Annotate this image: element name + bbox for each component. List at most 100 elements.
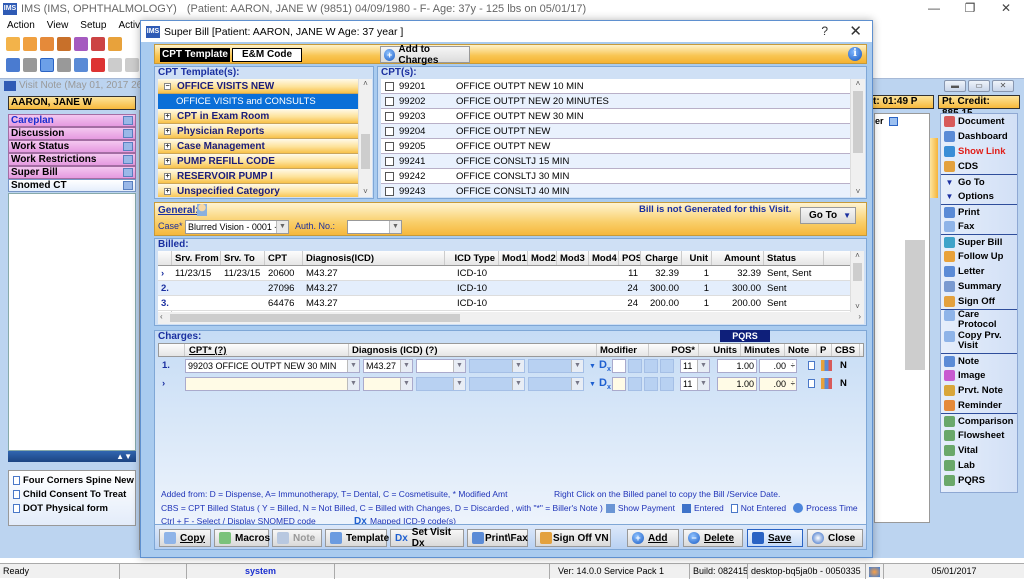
icd1-select[interactable]: M43.27 ▼ [363,359,413,373]
dx-mapped-button[interactable]: ▼ Dx [589,377,611,391]
cpt-row[interactable]: 99241 OFFICE CONSLTJ 15 MIN [381,154,865,169]
auth-select[interactable]: ▼ [347,220,402,234]
next-icon[interactable] [57,58,71,72]
sidebar-item-pqrs[interactable]: PQRS [941,473,1017,488]
expand-icon[interactable]: + [164,172,171,180]
billed-col-header[interactable]: Mod2 [528,251,557,265]
edit-icon[interactable] [74,37,88,51]
form-item[interactable]: DOT Physical form [9,502,135,515]
scroll-up-icon[interactable]: ˄ [851,79,865,89]
billed-col-header[interactable]: ICD Type [445,251,499,265]
sidebar-item-care-protocol[interactable]: Care Protocol [941,309,1017,331]
scroll-right-icon[interactable]: › [858,312,861,321]
visit-restore-button[interactable]: ▭ [968,80,990,92]
collapse-bar[interactable]: ▲▼ [8,451,136,462]
left-item[interactable]: Super Bill [8,166,136,179]
note-edit-icon[interactable] [40,58,54,72]
sidebar-item-reminder[interactable]: Reminder [941,398,1017,413]
units-field[interactable]: 1.00 [717,377,757,391]
prev-icon[interactable] [23,58,37,72]
sidebar-item-vital[interactable]: Vital [941,443,1017,458]
template-item[interactable]: + PUMP REFILL CODE [158,154,358,169]
menu-setup[interactable]: Setup [80,20,106,31]
pos-select[interactable]: 11 ▼ [680,377,710,391]
patient-icon[interactable] [197,204,207,216]
edit-note-icon[interactable] [123,116,133,125]
left-item[interactable]: Discussion [8,127,136,140]
sidebar-item-flowsheet[interactable]: Flowsheet [941,428,1017,443]
table-row[interactable]: 3. 64476 M43.27 ICD-10 24 200.00 1 200.00 Sent [158,296,864,311]
modifier-4[interactable] [660,359,674,373]
add-to-charges-button[interactable]: + Add to Charges [380,44,470,66]
check-user-icon[interactable] [40,37,54,51]
cpts-scrollbar[interactable]: ˄ ˅ [850,79,865,197]
cpt-row[interactable]: 99204 OFFICE OUTPT NEW [381,124,865,139]
minutes-stepper[interactable]: .00 ÷ [759,359,797,373]
modifier-2[interactable] [628,359,642,373]
scroll-thumb[interactable] [853,91,863,153]
table-row[interactable]: 2. 27096 M43.27 ICD-10 24 300.00 1 300.00 Sent [158,281,864,296]
tab-cpt-template[interactable]: CPT Template [160,48,230,62]
back-icon[interactable] [125,58,139,72]
edit-note-icon[interactable] [123,168,133,177]
cpt-select[interactable]: ▼ [185,377,360,391]
icd3-select[interactable]: ▼ [469,359,525,373]
sidebar-item-cds[interactable]: CDS [941,159,1017,174]
cpt-row[interactable]: 99242 OFFICE CONSLTJ 30 MIN [381,169,865,184]
report-icon[interactable] [91,37,105,51]
stepper-arrows-icon[interactable]: ÷ [791,360,795,372]
sidebar-item-super-bill[interactable]: Super Bill [941,234,1017,249]
stepper-arrows-icon[interactable]: ÷ [791,378,795,390]
billed-col-header[interactable]: Amount [712,251,764,265]
cpt-row[interactable]: 99203 OFFICE OUTPT NEW 30 MIN [381,109,865,124]
template-item[interactable]: + Physician Reports [158,124,358,139]
scroll-down-icon[interactable]: ˅ [851,302,864,312]
goto-button[interactable]: Go To ▼ [800,207,856,224]
cpt-checkbox[interactable] [385,96,394,106]
expand-icon[interactable]: + [164,187,171,195]
billed-col-header[interactable]: Mod4 [589,251,619,265]
left-item[interactable]: Careplan [8,114,136,127]
scroll-thumb[interactable] [361,134,370,169]
icd2-select[interactable]: ▼ [416,377,466,391]
set-visit-dx-button[interactable]: Dx Set Visit Dx [390,527,464,549]
cpt-checkbox[interactable] [385,186,394,196]
billed-col-header[interactable] [158,251,172,265]
users-icon[interactable] [23,37,37,51]
scroll-up-icon[interactable]: ˄ [359,79,372,89]
scroll-down-icon[interactable]: ˅ [359,187,372,197]
payment-icon[interactable] [821,360,832,371]
scroll-left-icon[interactable]: ‹ [160,312,163,321]
templates-scrollbar[interactable]: ˄ ˅ [358,79,372,197]
expand-icon[interactable]: + [164,127,171,135]
minimize-button[interactable]: — [916,0,952,18]
template-item[interactable]: + Case Management [158,139,358,154]
cpt-checkbox[interactable] [385,141,394,151]
sidebar-item-sign-off[interactable]: Sign Off [941,294,1017,309]
lab-flask-icon[interactable] [108,37,122,51]
delete-button[interactable]: − Delete [683,529,743,547]
cpt-checkbox[interactable] [385,126,394,136]
edit-note-icon[interactable] [123,129,133,138]
edit-note-icon[interactable] [123,181,133,190]
menu-action[interactable]: Action [7,20,35,31]
billed-vscrollbar[interactable]: ˄ ˅ [850,251,864,312]
sidebar-item-go-to[interactable]: ▼ Go To [941,174,1017,189]
billed-col-header[interactable]: Srv. From [172,251,221,265]
icd2-select[interactable]: ▼ [416,359,466,373]
right-panel-scrollbar[interactable] [905,240,925,370]
cpt-row[interactable]: 99243 OFFICE CONSLTJ 40 MIN [381,184,865,197]
billed-col-header[interactable]: POS [619,251,641,265]
scroll-thumb[interactable] [853,263,862,281]
close-button[interactable]: ✕ [988,0,1024,18]
heart-icon[interactable] [91,58,105,72]
cpt-row[interactable]: 99205 OFFICE OUTPT NEW [381,139,865,154]
billed-col-header[interactable]: Srv. To [221,251,265,265]
sidebar-item-letter[interactable]: Letter [941,264,1017,279]
pqrs-label[interactable]: PQRS [720,330,770,342]
template-item[interactable]: + CPT in Exam Room [158,109,358,124]
left-item[interactable]: Work Restrictions [8,153,136,166]
billed-col-header[interactable]: Mod3 [557,251,589,265]
folder-icon[interactable] [57,37,71,51]
dx-mapped-button[interactable]: ▼ Dx [589,359,611,373]
